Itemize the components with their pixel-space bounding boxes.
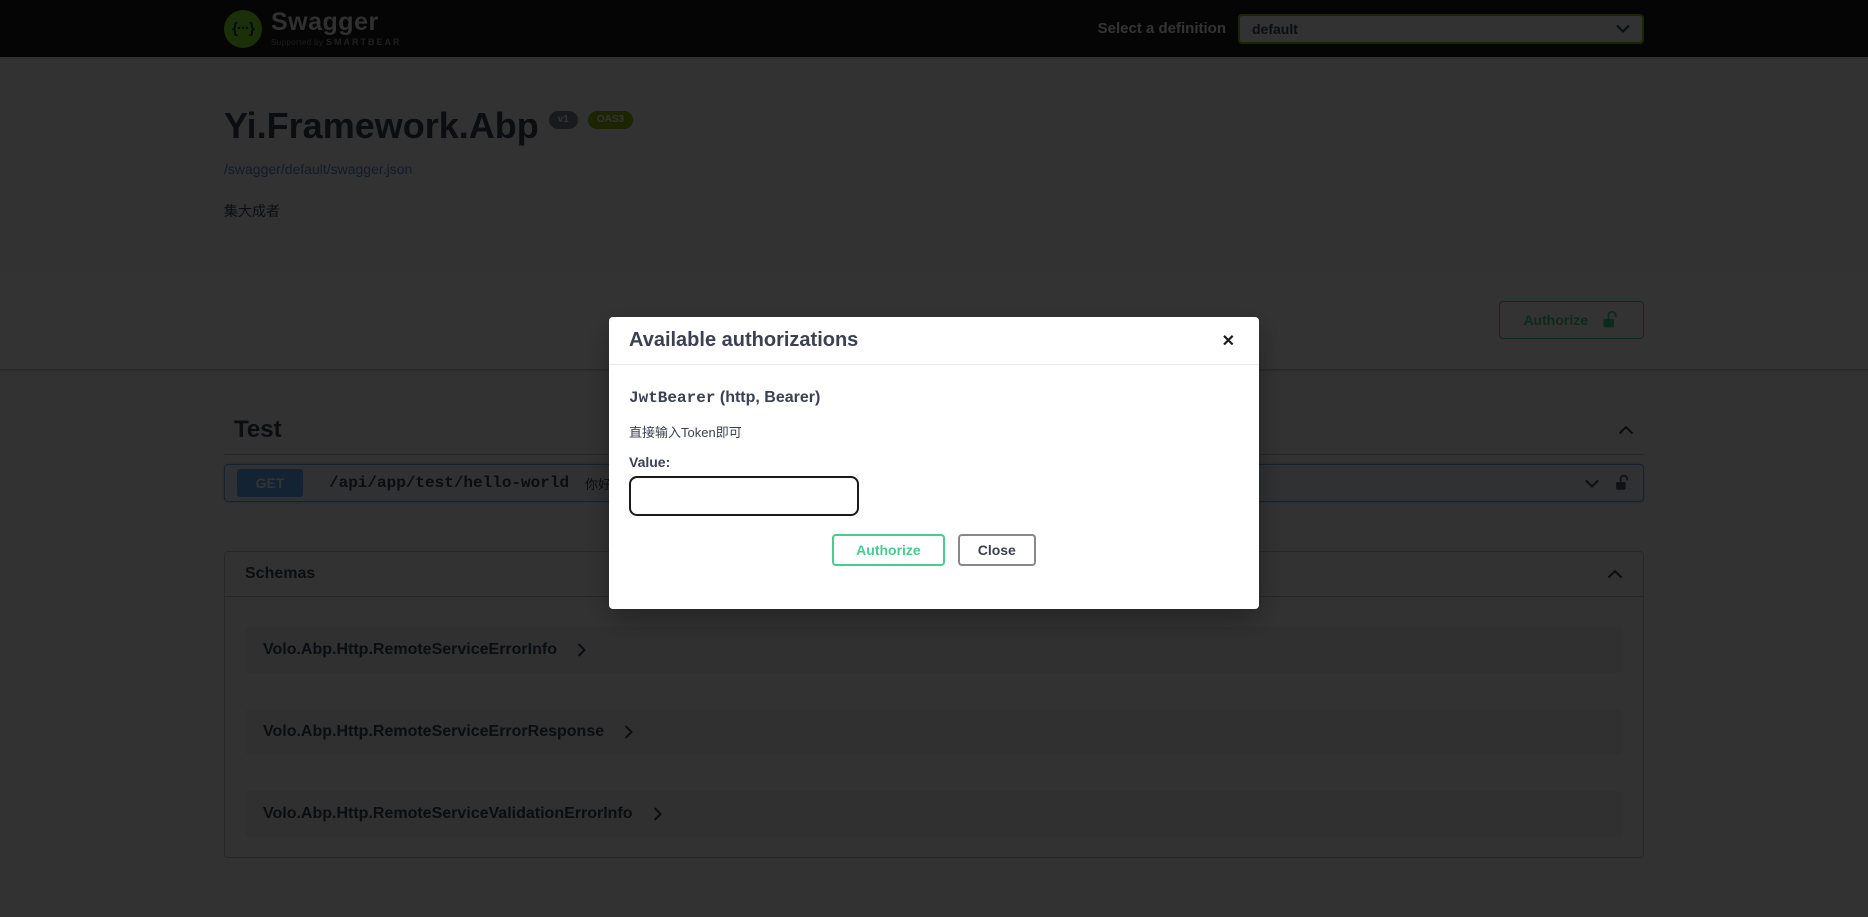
auth-scheme-description: 直接输入Token即可 (629, 422, 1239, 441)
modal-title: Available authorizations (629, 329, 858, 352)
auth-scheme-heading: JwtBearer (http, Bearer) (629, 389, 1239, 407)
value-label: Value: (629, 454, 1239, 470)
token-value-input[interactable] (629, 476, 859, 516)
modal-close-button[interactable]: Close (958, 534, 1036, 566)
auth-scheme-type: (http, Bearer) (715, 389, 820, 406)
modal-authorize-button[interactable]: Authorize (832, 534, 945, 566)
authorizations-modal: Available authorizations ✕ JwtBearer (ht… (609, 317, 1259, 609)
close-modal-icon[interactable]: ✕ (1218, 327, 1239, 355)
auth-scheme-name: JwtBearer (629, 389, 715, 407)
